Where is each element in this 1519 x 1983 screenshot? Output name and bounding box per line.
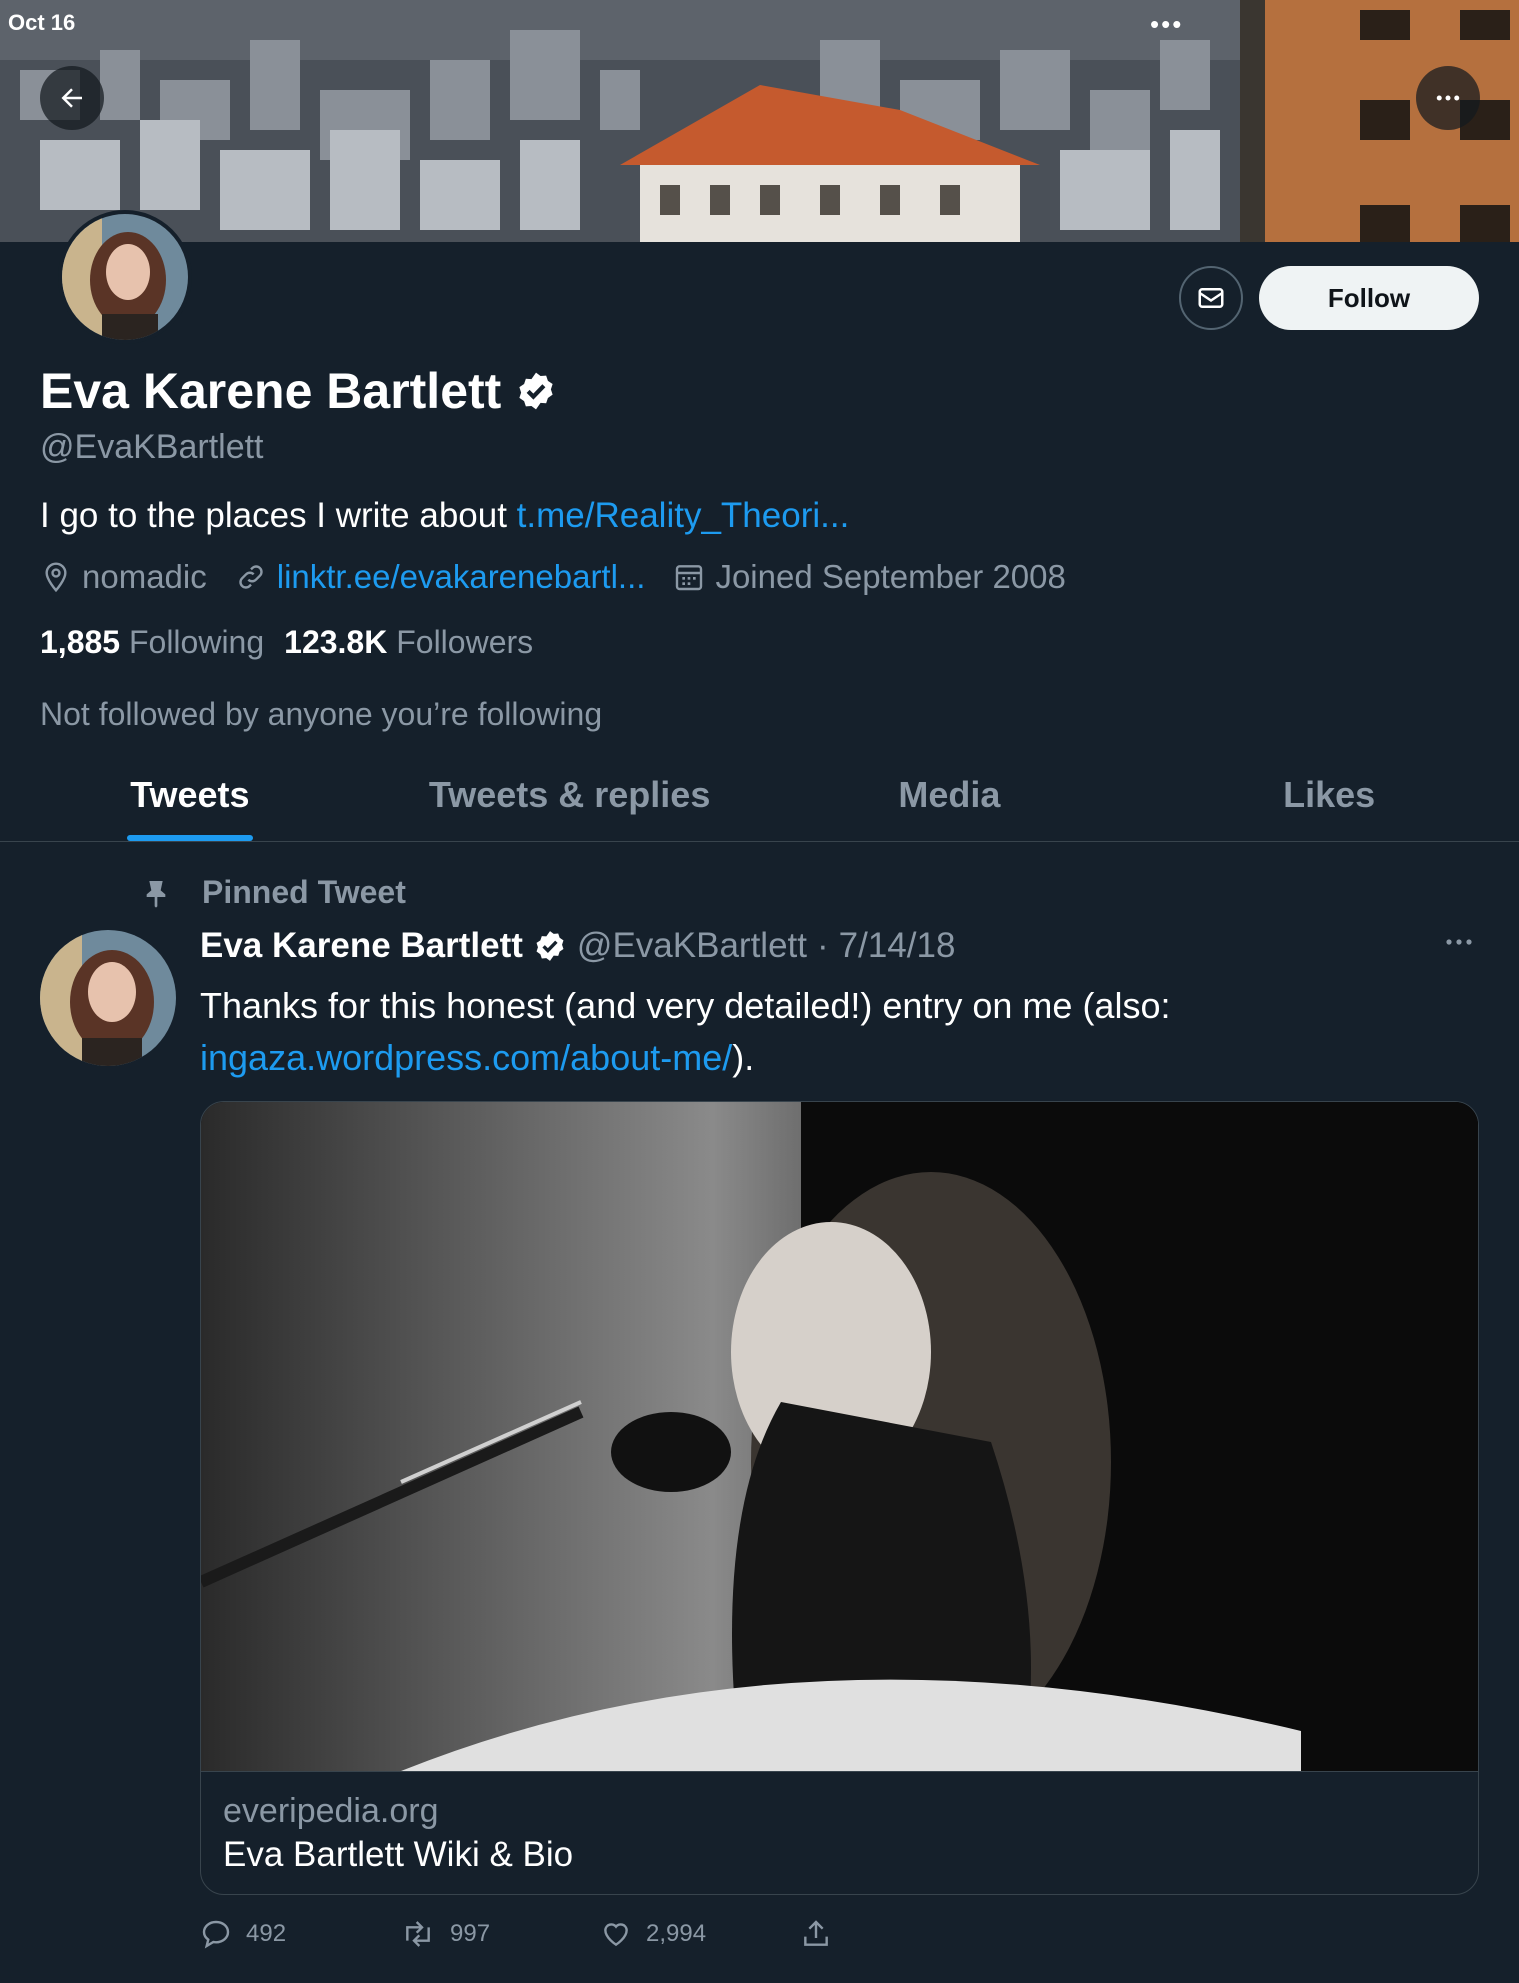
website-item: linktr.ee/evakarenebartl... xyxy=(235,558,646,596)
tweet-link[interactable]: ingaza.wordpress.com/about-me/ xyxy=(200,1037,732,1078)
following-count: 1,885 xyxy=(40,624,121,660)
tweet-header: Eva Karene Bartlett @EvaKBartlett · 7/14… xyxy=(200,926,955,966)
tab-label: Tweets xyxy=(130,774,250,815)
link-preview-card[interactable]: everipedia.org Eva Bartlett Wiki & Bio xyxy=(200,1101,1479,1895)
status-time: Oct 16 xyxy=(8,10,76,35)
location-item: nomadic xyxy=(40,558,207,596)
like-button[interactable]: 2,994 xyxy=(600,1918,800,1950)
pinned-label: Pinned Tweet xyxy=(202,874,406,910)
tweet-separator: · xyxy=(817,926,829,965)
more-options-button[interactable] xyxy=(1416,66,1480,130)
speaker-photo xyxy=(201,1102,1478,1772)
active-tab-indicator xyxy=(126,835,253,841)
following-label: Following xyxy=(128,624,265,660)
website-link[interactable]: linktr.ee/evakarenebartl... xyxy=(277,558,646,596)
followers-stat[interactable]: 123.8K Followers xyxy=(284,624,533,661)
card-title: Eva Bartlett Wiki & Bio xyxy=(223,1835,574,1874)
profile-avatar[interactable] xyxy=(58,210,192,344)
reply-icon xyxy=(202,1920,230,1949)
status-dots: ••• xyxy=(1150,9,1184,39)
verified-badge-icon xyxy=(519,372,553,410)
heart-icon xyxy=(604,1923,628,1947)
tab-tweets-replies[interactable]: Tweets & replies xyxy=(380,760,760,841)
banner-image xyxy=(0,0,1519,242)
avatar-image xyxy=(62,214,188,340)
more-icon xyxy=(1436,95,1460,101)
location-text: nomadic xyxy=(82,558,207,595)
message-button[interactable] xyxy=(1179,266,1243,330)
tab-label: Likes xyxy=(1283,774,1376,815)
calendar-icon xyxy=(676,565,703,591)
location-pin-icon xyxy=(45,562,67,593)
tab-label: Media xyxy=(898,774,1001,815)
pinned-label-row: Pinned Tweet xyxy=(140,874,406,911)
tweet-text-before: Thanks for this honest (and very detaile… xyxy=(200,985,1171,1026)
retweet-button[interactable]: 997 xyxy=(400,1918,600,1950)
joined-text: Joined September 2008 xyxy=(715,558,1066,595)
profile-handle: @EvaKBartlett xyxy=(40,428,264,466)
tweet-actions: 492 997 2,994 xyxy=(200,1918,832,1950)
tweet-author-name[interactable]: Eva Karene Bartlett xyxy=(200,926,523,966)
tab-label: Tweets & replies xyxy=(428,774,711,815)
bio-link[interactable]: t.me/Reality_Theori... xyxy=(517,496,850,535)
mail-icon xyxy=(1198,288,1224,308)
reply-count: 492 xyxy=(246,1920,287,1947)
following-stat[interactable]: 1,885 Following xyxy=(40,624,264,661)
tweet-more-button[interactable] xyxy=(1444,932,1474,957)
share-button[interactable] xyxy=(800,1918,832,1950)
share-icon xyxy=(804,1920,828,1946)
tweet-text-after: ). xyxy=(732,1037,755,1078)
follow-button[interactable]: Follow xyxy=(1259,266,1479,330)
profile-name-row: Eva Karene Bartlett xyxy=(40,362,557,420)
followers-label: Followers xyxy=(396,624,534,660)
bio-text: I go to the places I write about xyxy=(40,496,517,535)
like-count: 2,994 xyxy=(646,1920,707,1947)
back-arrow-icon xyxy=(61,88,82,108)
follow-stats: 1,885 Following 123.8K Followers xyxy=(40,624,533,661)
followers-count: 123.8K xyxy=(284,624,388,660)
more-icon xyxy=(1446,939,1472,945)
verified-badge-icon xyxy=(536,931,564,961)
tweet-author-handle: @EvaKBartlett xyxy=(576,926,807,965)
tweet-date[interactable]: 7/14/18 xyxy=(839,926,956,966)
tab-media[interactable]: Media xyxy=(760,760,1140,841)
card-domain: everipedia.org xyxy=(223,1792,439,1830)
profile-name: Eva Karene Bartlett xyxy=(40,363,502,419)
profile-tabs: Tweets Tweets & replies Media Likes xyxy=(0,760,1519,842)
profile-meta: nomadic linktr.ee/evakarenebartl... Join… xyxy=(40,558,1094,596)
profile-bio: I go to the places I write about t.me/Re… xyxy=(40,496,849,536)
profile-banner xyxy=(0,0,1519,242)
tweet-text: Thanks for this honest (and very detaile… xyxy=(200,980,1460,1084)
pin-icon xyxy=(146,880,166,908)
retweet-icon xyxy=(406,1921,430,1947)
tab-tweets[interactable]: Tweets xyxy=(0,760,380,841)
card-image xyxy=(201,1102,1478,1772)
tab-likes[interactable]: Likes xyxy=(1139,760,1519,841)
avatar-image xyxy=(40,930,176,1066)
not-followed-text: Not followed by anyone you’re following xyxy=(40,696,603,732)
link-icon xyxy=(239,565,263,589)
back-button[interactable] xyxy=(40,66,104,130)
reply-button[interactable]: 492 xyxy=(200,1918,400,1950)
joined-item: Joined September 2008 xyxy=(673,558,1066,596)
card-footer: everipedia.org Eva Bartlett Wiki & Bio xyxy=(201,1771,1478,1894)
retweet-count: 997 xyxy=(450,1920,491,1947)
tweet-author-avatar[interactable] xyxy=(40,930,176,1066)
